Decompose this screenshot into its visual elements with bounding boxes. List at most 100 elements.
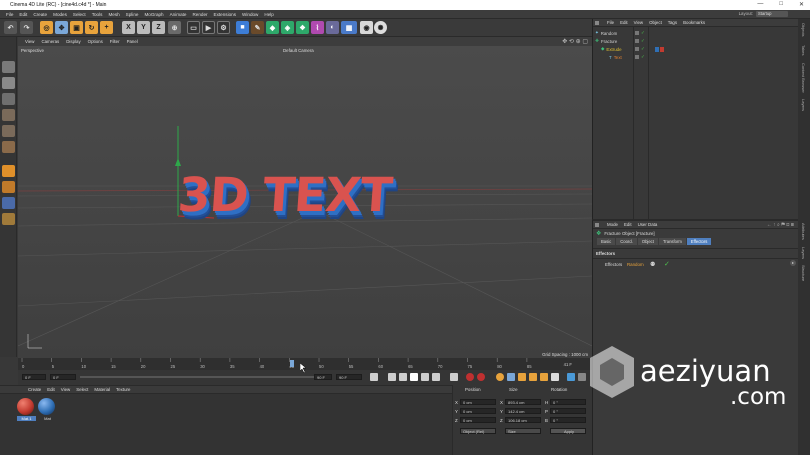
side-tab-layers[interactable]: Layers xyxy=(801,99,806,111)
timeline-window-icon[interactable] xyxy=(567,373,575,381)
viewport-3d[interactable]: Perspective Default Camera 3D TEXT Grid … xyxy=(18,46,592,358)
frame-range-slider[interactable] xyxy=(80,376,330,378)
side-tab-content-browser[interactable]: Content Browser xyxy=(801,63,806,93)
autokey-icon[interactable] xyxy=(477,373,485,381)
obj-menu-view[interactable]: View xyxy=(634,20,643,25)
start-frame-field[interactable]: 0 F xyxy=(22,374,46,380)
field-menu-icon[interactable]: ▸ xyxy=(790,260,796,266)
obj-menu-bookmarks[interactable]: Bookmarks xyxy=(683,20,705,25)
timeline-playhead[interactable] xyxy=(290,360,294,367)
enabled-check-icon[interactable]: ✓ xyxy=(641,30,645,36)
attr-nav-icons[interactable]: ← ↑ ⌕ ⚑ ⊡ ⊞ xyxy=(767,222,794,228)
mat-menu-texture[interactable]: Texture xyxy=(116,387,130,392)
menu-modes[interactable]: Modes xyxy=(53,12,67,17)
z-axis-button[interactable]: Z xyxy=(152,21,165,34)
mat-menu-select[interactable]: Select xyxy=(76,387,88,392)
subdivision-icon[interactable]: ◆ xyxy=(266,21,279,34)
menu-help[interactable]: Help xyxy=(264,12,273,17)
side-tab-takes[interactable]: Takes xyxy=(801,45,806,55)
menu-animate[interactable]: Animate xyxy=(170,12,187,17)
pen-icon[interactable]: ✎ xyxy=(251,21,264,34)
play-icon[interactable] xyxy=(410,373,418,381)
enabled-check-icon[interactable]: ✓ xyxy=(641,46,645,52)
next-frame-icon[interactable] xyxy=(421,373,429,381)
menu-select[interactable]: Select xyxy=(73,12,86,17)
material-tag-icon[interactable] xyxy=(660,46,664,52)
tab-coord[interactable]: Coord. xyxy=(616,238,637,245)
keyframe-selection-icon[interactable] xyxy=(496,373,504,381)
points-mode-icon[interactable] xyxy=(2,109,15,121)
lock-icon[interactable] xyxy=(2,213,15,225)
goto-start-icon[interactable] xyxy=(370,373,378,381)
viewport-menu-view[interactable]: View xyxy=(25,39,34,44)
deformer-icon[interactable]: ⌇ xyxy=(311,21,324,34)
size-y-field[interactable]: 142.4 cm xyxy=(505,408,541,414)
tab-basic[interactable]: Basic xyxy=(597,238,616,245)
rot-p-field[interactable]: 0 ° xyxy=(550,408,586,414)
rot-b-field[interactable]: 0 ° xyxy=(550,417,586,423)
workplane-icon[interactable] xyxy=(2,181,15,193)
end-frame-field-2[interactable]: 90 F xyxy=(336,374,362,380)
key-rotation-icon[interactable] xyxy=(529,373,537,381)
effector-link[interactable]: Random xyxy=(627,262,644,267)
maximize-button[interactable]: □ xyxy=(779,1,783,8)
apply-button[interactable]: Apply xyxy=(550,428,586,434)
obj-menu-object[interactable]: Object xyxy=(649,20,662,25)
menu-render[interactable]: Render xyxy=(192,12,207,17)
coordinate-system-icon[interactable]: ⊕ xyxy=(168,21,181,34)
model-mode-icon[interactable] xyxy=(2,77,15,89)
tab-transform[interactable]: Transform xyxy=(658,238,686,245)
close-button[interactable]: ✕ xyxy=(799,1,804,8)
coord-size-select[interactable]: Size xyxy=(505,428,541,434)
object-row-random[interactable]: ✦ Random ✓ xyxy=(595,29,795,37)
attr-menu-edit[interactable]: Edit xyxy=(624,222,632,227)
move-icon[interactable]: ✥ xyxy=(55,21,68,34)
x-axis-button[interactable]: X xyxy=(122,21,135,34)
next-key-icon[interactable] xyxy=(432,373,440,381)
size-x-field[interactable]: 893.4 cm xyxy=(505,399,541,405)
material-tag-icon[interactable] xyxy=(655,46,659,52)
mat-menu-edit[interactable]: Edit xyxy=(47,387,55,392)
pos-y-field[interactable]: 0 cm xyxy=(460,408,496,414)
viewport-nav-icons[interactable]: ✥ ⟲ ⊕ ▢ xyxy=(562,38,588,45)
prev-key-icon[interactable] xyxy=(388,373,396,381)
menu-edit[interactable]: Edit xyxy=(19,12,27,17)
viewport-menu-cameras[interactable]: Cameras xyxy=(41,39,59,44)
material-swatch[interactable]: Mat xyxy=(38,398,57,422)
axis-mode-icon[interactable] xyxy=(2,197,15,209)
obj-menu-file[interactable]: File xyxy=(607,20,614,25)
menu-create[interactable]: Create xyxy=(33,12,47,17)
object-row-fracture[interactable]: ❖ Fracture ✓ xyxy=(595,37,795,45)
obj-menu-edit[interactable]: Edit xyxy=(620,20,628,25)
attr-menu-mode[interactable]: Mode xyxy=(607,222,618,227)
light-icon[interactable]: ✺ xyxy=(374,21,387,34)
visibility-dot[interactable] xyxy=(635,47,639,51)
layout-select[interactable]: Startup xyxy=(756,11,788,17)
coord-mode-select[interactable]: Object (Rel) xyxy=(460,428,496,434)
rotate-icon[interactable]: ↻ xyxy=(85,21,98,34)
render-settings-icon[interactable]: ⚙ xyxy=(217,21,230,34)
current-frame-field[interactable]: 0 F xyxy=(50,374,76,380)
texture-mode-icon[interactable] xyxy=(2,93,15,105)
render-view-icon[interactable]: ▭ xyxy=(187,21,200,34)
undo-icon[interactable]: ↶ xyxy=(4,21,17,34)
menu-mograph[interactable]: MoGraph xyxy=(144,12,163,17)
mat-menu-material[interactable]: Material xyxy=(94,387,110,392)
material-swatch[interactable]: Mat.1 xyxy=(17,398,36,422)
menu-window[interactable]: Window xyxy=(242,12,258,17)
record-icon[interactable] xyxy=(466,373,474,381)
key-pla-icon[interactable] xyxy=(551,373,559,381)
side-tab-structure[interactable]: Structure xyxy=(801,265,806,281)
side-tab-objects[interactable]: Objects xyxy=(801,23,806,37)
goto-end-icon[interactable] xyxy=(450,373,458,381)
redo-icon[interactable]: ↷ xyxy=(20,21,33,34)
create-icon[interactable]: + xyxy=(100,21,113,34)
timeline-menu-icon[interactable] xyxy=(578,373,586,381)
key-position-icon[interactable] xyxy=(507,373,515,381)
mograph-icon[interactable]: ❖ xyxy=(296,21,309,34)
mat-menu-create[interactable]: Create xyxy=(28,387,41,392)
camera-icon[interactable]: ◉ xyxy=(360,21,373,34)
side-tab-attributes[interactable]: Attributes xyxy=(801,223,806,240)
snap-icon[interactable] xyxy=(2,165,15,177)
mat-menu-view[interactable]: View xyxy=(61,387,70,392)
